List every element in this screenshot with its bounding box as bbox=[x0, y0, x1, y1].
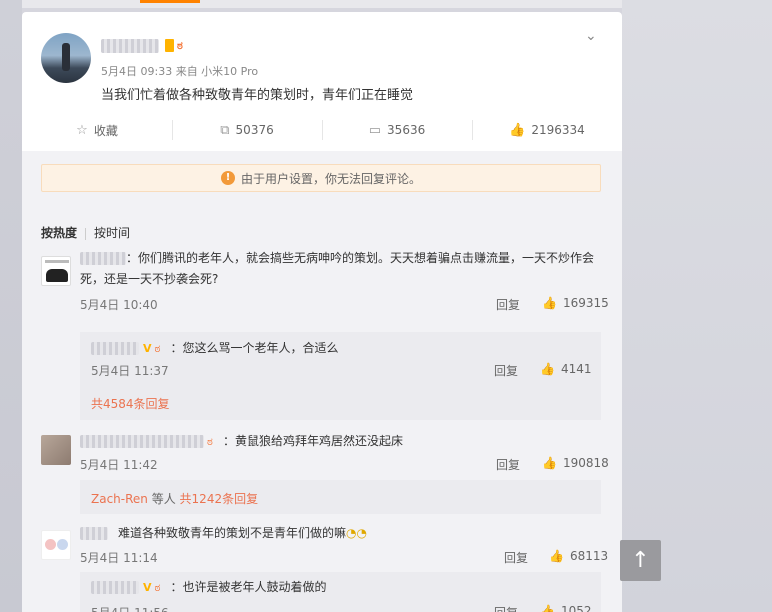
sub-commenter-name-blurred[interactable] bbox=[91, 581, 139, 594]
star-icon: ☆ bbox=[76, 122, 88, 138]
fan-badge-icon: ಠ bbox=[177, 39, 183, 52]
commenter-avatar[interactable] bbox=[41, 435, 71, 465]
thumbs-up-icon: 👍 bbox=[540, 604, 555, 612]
sub-comments: Vಠ：也许是被老年人鼓动着做的 5月4日 11:56 回复 👍1052 bbox=[80, 572, 601, 612]
thumbs-up-icon: 👍 bbox=[509, 122, 526, 138]
username-blurred bbox=[101, 38, 159, 53]
view-more-replies[interactable]: Zach-Ren 等人 共1242条回复 bbox=[91, 490, 258, 507]
sort-by-hot[interactable]: 按热度 bbox=[41, 226, 77, 240]
post-meta: 5月4日 09:33 来自 小米10 Pro bbox=[101, 65, 259, 78]
thumbs-up-icon: 👍 bbox=[542, 456, 557, 470]
arrow-up-icon: ↑ bbox=[631, 548, 650, 573]
sub-like-button[interactable]: 👍 1052 bbox=[540, 604, 592, 612]
comment-like-button[interactable]: 👍 68113 bbox=[549, 549, 608, 563]
warning-icon: ! bbox=[220, 171, 235, 185]
chevron-down-icon[interactable]: ⌄ bbox=[585, 28, 597, 44]
page-background-left bbox=[0, 0, 22, 612]
thumbs-up-icon: 👍 bbox=[540, 362, 555, 376]
like-button[interactable]: 👍 2196334 bbox=[472, 116, 622, 144]
sub-like-button[interactable]: 👍 4141 bbox=[540, 362, 592, 376]
sort-by-time[interactable]: 按时间 bbox=[94, 226, 130, 240]
sub-reply-button[interactable]: 回复 bbox=[494, 604, 518, 612]
comment-icon: ▭ bbox=[368, 122, 382, 138]
post-text: 当我们忙着做各种致敬青年的策划时，青年们正在睡觉 bbox=[101, 88, 414, 103]
sub-comments: V ಠ ：您这么骂一个老年人，合适么 5月4日 11:37 回复 👍 4141 共45… bbox=[80, 332, 601, 420]
sub-comment-time: 5月4日 11:37 bbox=[91, 364, 169, 378]
verified-badge-icon: V bbox=[143, 581, 152, 594]
post-actions: ☆ 收藏 ⧉ 50376 ▭ 35636 👍 2196334 bbox=[22, 116, 622, 144]
commenter-name-blurred[interactable] bbox=[80, 435, 204, 448]
forward-button[interactable]: ⧉ 50376 bbox=[172, 116, 322, 144]
verified-badge-icon: V bbox=[143, 342, 152, 355]
thumbs-up-icon: 👍 bbox=[549, 549, 564, 563]
share-icon: ⧉ bbox=[220, 122, 230, 138]
commenter-avatar[interactable] bbox=[41, 256, 71, 286]
fan-badge-icon: ಠ bbox=[154, 581, 161, 594]
comment-time: 5月4日 11:14 bbox=[80, 551, 158, 565]
comment-sort: 按热度 按时间 bbox=[41, 224, 130, 241]
reply-disabled-notice: ! 由于用户设置，你无法回复评论。 bbox=[41, 164, 601, 192]
glasses-emoji-icon: ◔◔ bbox=[346, 526, 367, 540]
view-more-replies[interactable]: 共4584条回复 bbox=[91, 395, 170, 412]
reply-button[interactable]: 回复 bbox=[496, 456, 520, 473]
sub-commenter-name-blurred[interactable] bbox=[91, 342, 139, 355]
back-to-top-button[interactable]: ↑ bbox=[620, 540, 661, 581]
comment-text: ಠ ：黄鼠狼给鸡拜年鸡居然还没起床 bbox=[80, 431, 403, 452]
fan-badge-icon: ಠ bbox=[207, 435, 213, 448]
author-avatar[interactable] bbox=[41, 33, 91, 83]
post-card: ಠ ⌄ 5月4日 09:33 来自 小米10 Pro 当我们忙着做各种致敬青年的… bbox=[22, 12, 622, 612]
page-background-right bbox=[622, 0, 772, 612]
comment-text: 难道各种致敬青年的策划不是青年们做的嘛◔◔ bbox=[80, 523, 367, 544]
comment-text: ：你们腾讯的老年人，就会搞些无病呻吟的策划。天天想着骗点击赚流量，一天不炒作会死… bbox=[80, 251, 595, 286]
author-name[interactable]: ಠ bbox=[101, 38, 193, 53]
sub-comment-time: 5月4日 11:56 bbox=[91, 604, 169, 612]
sub-comments-summary: Zach-Ren 等人 共1242条回复 bbox=[80, 480, 601, 514]
comment-like-button[interactable]: 👍 190818 bbox=[542, 456, 609, 470]
sub-comment-text: V ಠ ：您这么骂一个老年人，合适么 bbox=[91, 338, 339, 359]
commenter-name-blurred[interactable] bbox=[80, 252, 126, 265]
comment-time: 5月4日 10:40 bbox=[80, 298, 158, 312]
fan-badge-icon: ಠ bbox=[154, 342, 161, 355]
sub-reply-button[interactable]: 回复 bbox=[494, 362, 518, 379]
comment-button[interactable]: ▭ 35636 bbox=[322, 116, 472, 144]
collect-button[interactable]: ☆ 收藏 bbox=[22, 116, 172, 144]
reply-button[interactable]: 回复 bbox=[496, 296, 520, 313]
commenter-avatar[interactable] bbox=[41, 530, 71, 560]
commenter-name-blurred[interactable] bbox=[80, 527, 108, 540]
member-badge-icon bbox=[165, 39, 174, 52]
thumbs-up-icon: 👍 bbox=[542, 296, 557, 310]
sub-comment-text: V ಠ ：也许是被老年人鼓动着做的 bbox=[91, 577, 327, 598]
comments-section: ! 由于用户设置，你无法回复评论。 按热度 按时间 ：你们腾讯的老年人，就会搞些无病… bbox=[22, 151, 622, 612]
tab-indicator bbox=[140, 0, 200, 3]
reply-button[interactable]: 回复 bbox=[504, 549, 528, 566]
previous-card-edge bbox=[22, 0, 622, 8]
comment-like-button[interactable]: 👍 169315 bbox=[542, 296, 609, 310]
comment-time: 5月4日 11:42 bbox=[80, 458, 158, 472]
